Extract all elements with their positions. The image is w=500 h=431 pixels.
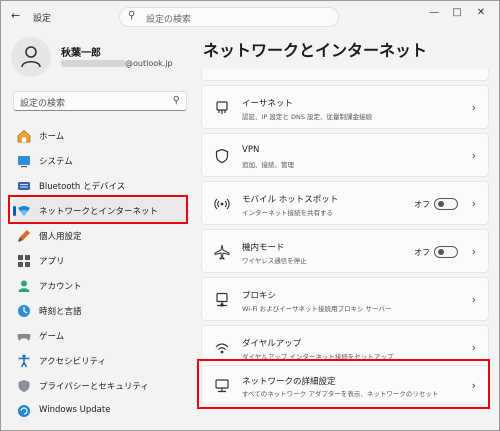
- sidebar-item-label: アプリ: [39, 257, 65, 267]
- sidebar-item-label: Bluetooth とデバイス: [39, 182, 126, 192]
- sidebar-item-label: アクセシビリティ: [39, 357, 107, 367]
- sidebar-item-accessibility[interactable]: アクセシビリティ: [13, 348, 189, 373]
- sidebar-item-label: Windows Update: [39, 405, 111, 415]
- sidebar-item-privacy[interactable]: プライバシーとセキュリティ: [13, 373, 189, 398]
- chevron-right-icon: ›: [471, 101, 476, 114]
- card-ethernet[interactable]: イーサネット 認証、IP 設定と DNS 設定、従量制課金接続 ›: [201, 85, 489, 129]
- sidebar-item-home[interactable]: ホーム: [13, 123, 189, 148]
- sidebar-item-label: アカウント: [39, 282, 82, 292]
- search-icon: ⚲: [128, 10, 136, 21]
- back-arrow-icon[interactable]: ←: [11, 9, 20, 22]
- card-proxy[interactable]: プロキシ Wi-Fi およびイーサネット接続用プロキシ サーバー ›: [201, 277, 489, 321]
- card-subtitle: 追加、接続、管理: [242, 161, 294, 169]
- chevron-right-icon: ›: [471, 197, 476, 210]
- card-subtitle: インターネット接続を共有する: [242, 209, 333, 217]
- avatar: [11, 37, 51, 77]
- sidebar-item-label: ホーム: [39, 132, 65, 142]
- accessibility-icon: [18, 354, 30, 368]
- card-airplane-mode[interactable]: 機内モード ワイヤレス通信を停止 オフ ›: [201, 229, 489, 273]
- card-subtitle: ワイヤレス通信を停止: [242, 257, 307, 265]
- minimize-icon[interactable]: —: [426, 7, 442, 18]
- page-title: ネットワークとインターネット: [203, 41, 428, 60]
- card-title: イーサネット: [242, 99, 293, 109]
- shield-icon: [18, 380, 30, 392]
- chevron-right-icon: ›: [471, 341, 476, 354]
- gamepad-icon: [17, 334, 31, 341]
- maximize-icon[interactable]: □: [449, 7, 465, 18]
- card-vpn[interactable]: VPN 追加、接続、管理 ›: [201, 133, 489, 177]
- toggle-state-label: オフ: [414, 200, 430, 209]
- globe-clock-icon: [18, 305, 30, 317]
- sidebar-item-gaming[interactable]: ゲーム: [13, 323, 189, 348]
- close-icon[interactable]: ✕: [473, 7, 489, 18]
- top-search-placeholder: 設定の検索: [146, 15, 192, 25]
- sidebar-item-time-language[interactable]: 時刻と言語: [13, 298, 189, 323]
- airplane-icon: [214, 244, 230, 260]
- chevron-right-icon: ›: [471, 245, 476, 258]
- highlight-box-sidebar: [8, 195, 188, 224]
- card-title: ダイヤルアップ: [242, 339, 302, 349]
- toggle-knob: [438, 201, 444, 207]
- card-title: プロキシ: [242, 291, 277, 301]
- sidebar-item-system[interactable]: システム: [13, 148, 189, 173]
- apps-icon: [18, 255, 30, 267]
- bluetooth-icon: [18, 182, 30, 190]
- sidebar-nav: ホーム システム Bluetooth とデバイス ネットワークとインターネット …: [13, 123, 189, 423]
- chevron-right-icon: ›: [471, 293, 476, 306]
- toggle-state-label: オフ: [414, 248, 430, 257]
- sidebar-item-label: ゲーム: [39, 332, 65, 342]
- sidebar-item-apps[interactable]: アプリ: [13, 248, 189, 273]
- user-name: 秋葉一郎: [61, 48, 101, 59]
- sidebar-item-label: システム: [39, 157, 73, 167]
- user-email: @outlook.jp: [61, 59, 181, 68]
- card-title: VPN: [242, 145, 260, 155]
- ethernet-icon: [216, 101, 228, 114]
- dialup-icon: [215, 343, 229, 354]
- highlight-box-advanced: [197, 359, 490, 409]
- scrolled-card-edge: [201, 69, 489, 81]
- sidebar-item-label: プライバシーとセキュリティ: [39, 382, 149, 392]
- update-icon: [18, 405, 30, 417]
- card-subtitle: 認証、IP 設定と DNS 設定、従量制課金接続: [242, 113, 373, 121]
- redacted-email: [61, 60, 125, 67]
- proxy-icon: [216, 292, 228, 307]
- brush-icon: [18, 230, 30, 242]
- home-icon: [17, 129, 31, 143]
- toggle-knob: [438, 249, 444, 255]
- card-mobile-hotspot[interactable]: モバイル ホットスポット インターネット接続を共有する オフ ›: [201, 181, 489, 225]
- sidebar-item-windows-update[interactable]: Windows Update: [13, 398, 189, 423]
- account-icon: [18, 280, 30, 292]
- vpn-shield-icon: [215, 148, 229, 164]
- email-suffix: @outlook.jp: [125, 59, 173, 68]
- hotspot-toggle[interactable]: [434, 198, 458, 210]
- sidebar-item-accounts[interactable]: アカウント: [13, 273, 189, 298]
- app-title: 設定: [33, 14, 52, 24]
- sidebar-search-input[interactable]: 設定の検索 ⚲: [13, 91, 187, 111]
- sidebar-search-placeholder: 設定の検索: [20, 99, 66, 109]
- top-search-box[interactable]: ⚲ 設定の検索: [119, 7, 339, 27]
- search-icon: ⚲: [172, 95, 180, 106]
- card-title: 機内モード: [242, 243, 285, 253]
- person-icon: [21, 46, 41, 68]
- title-bar: ← 設定 ⚲ 設定の検索 — □ ✕: [1, 1, 499, 33]
- sidebar-item-label: 個人用設定: [39, 232, 82, 242]
- monitor-icon: [18, 156, 30, 168]
- hotspot-icon: [214, 198, 230, 210]
- card-title: モバイル ホットスポット: [242, 195, 339, 205]
- sidebar-item-personalization[interactable]: 個人用設定: [13, 223, 189, 248]
- settings-window: ← 設定 ⚲ 設定の検索 — □ ✕ 秋葉一郎 @outlook.jp 設定の検…: [0, 0, 500, 431]
- card-subtitle: Wi-Fi およびイーサネット接続用プロキシ サーバー: [242, 305, 392, 313]
- airplane-mode-toggle[interactable]: [434, 246, 458, 258]
- sidebar-item-label: 時刻と言語: [39, 307, 82, 317]
- chevron-right-icon: ›: [471, 149, 476, 162]
